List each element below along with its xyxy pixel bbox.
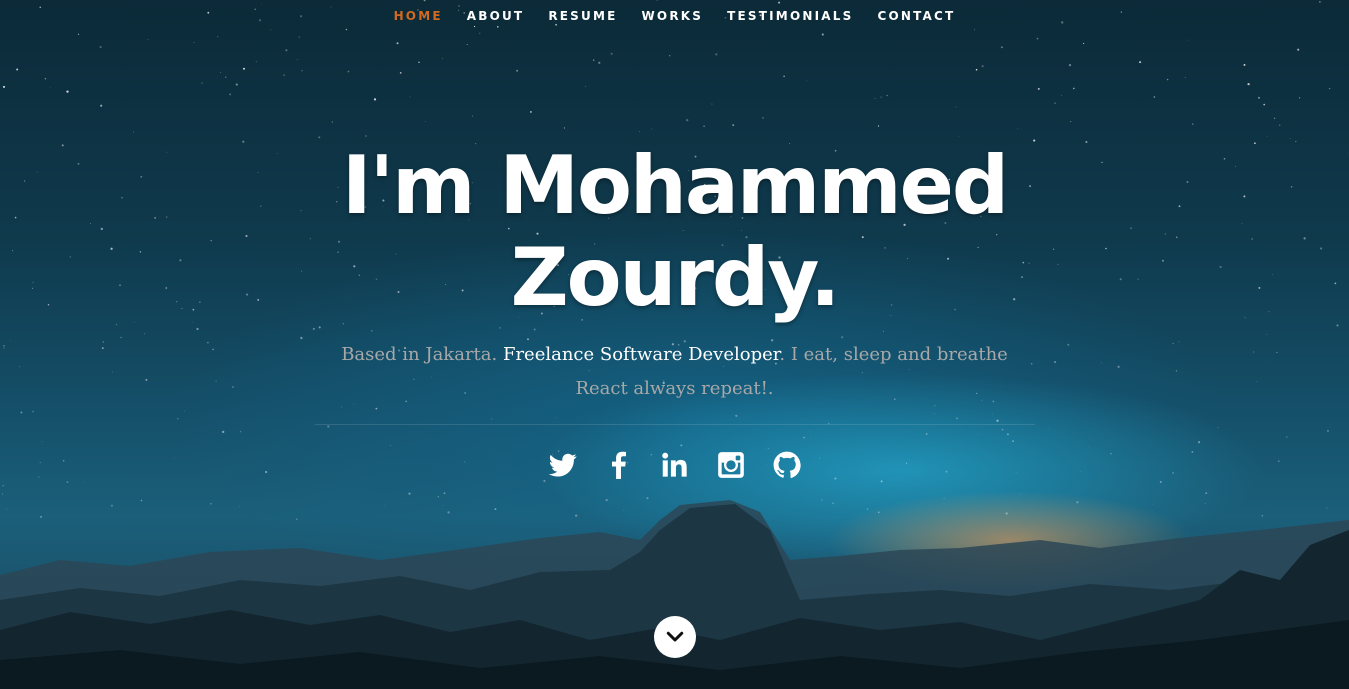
github-icon bbox=[773, 451, 801, 478]
linkedin-link[interactable] bbox=[647, 447, 703, 483]
tagline-role: Freelance Software Developer bbox=[502, 344, 780, 365]
main-navigation: HOME ABOUT RESUME WORKS TESTIMONIALS CON… bbox=[0, 0, 1349, 32]
nav-item-testimonials[interactable]: TESTIMONIALS bbox=[727, 9, 853, 23]
nav-item-resume[interactable]: RESUME bbox=[548, 9, 617, 23]
banner: I'm Mohammed Zourdy. Based in Jakarta. F… bbox=[0, 140, 1349, 483]
twitter-link[interactable] bbox=[535, 447, 591, 483]
instagram-link[interactable] bbox=[703, 447, 759, 483]
nav-item-home[interactable]: HOME bbox=[394, 9, 443, 23]
nav-item-contact[interactable]: CONTACT bbox=[877, 9, 955, 23]
linkedin-icon bbox=[661, 452, 687, 477]
banner-divider bbox=[314, 424, 1035, 425]
nav-item-about[interactable]: ABOUT bbox=[467, 9, 525, 23]
page-title: I'm Mohammed Zourdy. bbox=[341, 139, 1009, 324]
facebook-icon bbox=[611, 451, 626, 479]
hero-section: HOME ABOUT RESUME WORKS TESTIMONIALS CON… bbox=[0, 0, 1349, 689]
instagram-icon bbox=[717, 452, 744, 478]
github-link[interactable] bbox=[759, 447, 815, 483]
tagline-location: Based in Jakarta. bbox=[341, 344, 503, 365]
social-links bbox=[0, 447, 1349, 483]
nav-item-works[interactable]: WORKS bbox=[642, 9, 704, 23]
chevron-down-icon bbox=[666, 631, 684, 642]
tagline: Based in Jakarta. Freelance Software Dev… bbox=[315, 338, 1035, 406]
scroll-down-button[interactable] bbox=[654, 616, 696, 658]
facebook-link[interactable] bbox=[591, 447, 647, 483]
twitter-icon bbox=[548, 453, 577, 477]
